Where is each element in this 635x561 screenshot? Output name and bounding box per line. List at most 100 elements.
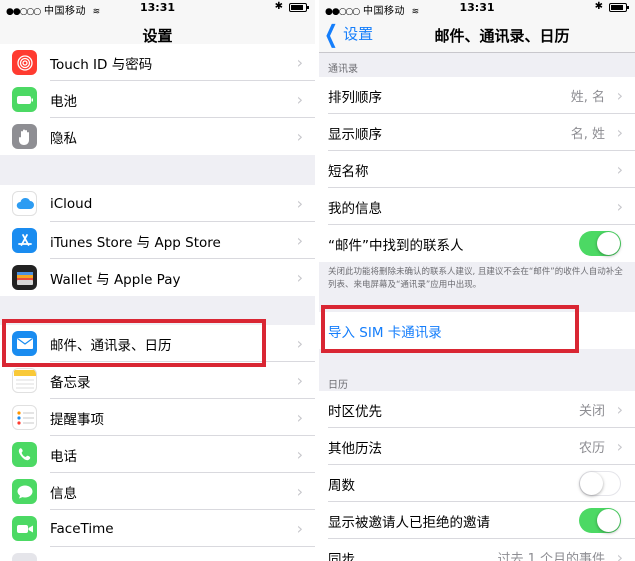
- bluetooth-icon: ✱: [594, 1, 603, 12]
- settings-item-messages[interactable]: 信息 ›: [0, 473, 315, 510]
- settings-item-phone[interactable]: 电话 ›: [0, 436, 315, 473]
- week-numbers-toggle[interactable]: [579, 471, 621, 496]
- settings-item-itunes-app-store[interactable]: iTunes Store 与 App Store ›: [0, 222, 315, 259]
- row-label: 短名称: [328, 163, 369, 180]
- row-label: 周数: [328, 477, 355, 494]
- bluetooth-icon: ✱: [274, 1, 283, 12]
- facetime-icon: [12, 516, 37, 541]
- page-title: 设置: [142, 27, 173, 45]
- settings-item-label: 邮件、通讯录、日历: [50, 337, 172, 354]
- row-value: 名, 姓: [570, 127, 605, 142]
- chevron-right-icon: ›: [616, 123, 623, 142]
- settings-item-label: Wallet 与 Apple Pay: [50, 271, 181, 288]
- status-time: 13:31: [459, 1, 495, 14]
- chevron-right-icon: ›: [616, 160, 623, 179]
- settings-item-label: 隐私: [50, 130, 77, 147]
- battery-status-icon: [609, 3, 629, 12]
- import-sim-contacts-button[interactable]: 导入 SIM 卡通讯录: [328, 321, 442, 341]
- battery-icon: [12, 87, 37, 112]
- chevron-right-icon: ›: [296, 90, 303, 109]
- settings-item-label: Touch ID 与密码: [50, 56, 153, 73]
- chevron-right-icon: ›: [296, 53, 303, 72]
- settings-item-facetime[interactable]: FaceTime ›: [0, 510, 315, 547]
- chevron-right-icon: ›: [296, 194, 303, 213]
- chevron-right-icon: ›: [296, 371, 303, 390]
- contacts-found-in-mail-row: “邮件”中找到的联系人: [319, 225, 635, 262]
- app-icon: [12, 553, 37, 561]
- short-name-row[interactable]: 短名称 ›: [319, 151, 635, 188]
- settings-item-label: iTunes Store 与 App Store: [50, 234, 221, 251]
- hand-icon: [12, 124, 37, 149]
- row-label: 显示被邀请人已拒绝的邀请: [328, 514, 490, 531]
- chevron-right-icon: ›: [616, 548, 623, 561]
- settings-item-label: 电池: [50, 93, 77, 110]
- chevron-right-icon: ›: [616, 86, 623, 105]
- settings-item-label: iCloud: [50, 195, 93, 212]
- mail-icon: [12, 331, 37, 356]
- import-sim-contacts-row[interactable]: 导入 SIM 卡通讯录: [319, 312, 635, 349]
- phone-icon: [12, 442, 37, 467]
- mail-contacts-calendars-pane: ●●○○○ 中国移动 ≋ 13:31 ✱ ❮ 设置 邮件、通讯录、日历 通讯录 …: [319, 0, 635, 561]
- my-info-row[interactable]: 我的信息 ›: [319, 188, 635, 225]
- fingerprint-icon: [12, 50, 37, 75]
- nav-bar: ❮ 设置 邮件、通讯录、日历: [319, 15, 635, 53]
- row-value: 过去 1 个月的事件: [497, 552, 605, 561]
- chevron-right-icon: ›: [616, 197, 623, 216]
- row-label: 同步: [328, 551, 355, 561]
- alternate-calendars-row[interactable]: 其他历法 农历 ›: [319, 428, 635, 465]
- settings-pane: ●●○○○ 中国移动 ≋ 13:31 ✱ 设置 Touch ID 与密码 › 电…: [0, 0, 315, 561]
- row-label: 显示顺序: [328, 126, 382, 143]
- show-invitee-declines-row: 显示被邀请人已拒绝的邀请: [319, 502, 635, 539]
- row-value: 农历: [578, 441, 605, 456]
- status-bar: ●●○○○ 中国移动 ≋ 13:31 ✱: [319, 0, 635, 17]
- chevron-right-icon: ›: [296, 408, 303, 427]
- settings-item-label: 电话: [50, 448, 77, 465]
- cloud-icon: [12, 191, 37, 216]
- settings-item-partial: [0, 547, 315, 561]
- row-label: 我的信息: [328, 200, 382, 217]
- settings-item-icloud[interactable]: iCloud ›: [0, 185, 315, 222]
- settings-item-wallet[interactable]: Wallet 与 Apple Pay ›: [0, 259, 315, 296]
- settings-item-mail-contacts-calendars[interactable]: 邮件、通讯录、日历 ›: [0, 325, 315, 362]
- battery-status-icon: [289, 3, 309, 12]
- chevron-right-icon: ›: [296, 519, 303, 538]
- row-label: 排列顺序: [328, 89, 382, 106]
- chevron-right-icon: ›: [616, 400, 623, 419]
- chevron-right-icon: ›: [296, 482, 303, 501]
- sort-order-row[interactable]: 排列顺序 姓, 名 ›: [319, 77, 635, 114]
- row-label: 其他历法: [328, 440, 382, 457]
- reminders-icon: [12, 405, 37, 430]
- settings-item-label: FaceTime: [50, 520, 114, 537]
- row-value: 姓, 名: [570, 90, 605, 105]
- chevron-right-icon: ›: [296, 334, 303, 353]
- contacts-footnote: 关闭此功能将删除未确认的联系人建议, 且建议不会在“邮件”的收件人自动补全列表、…: [328, 267, 623, 290]
- chevron-right-icon: ›: [296, 127, 303, 146]
- row-label: “邮件”中找到的联系人: [328, 237, 464, 254]
- sync-row[interactable]: 同步 过去 1 个月的事件 ›: [319, 539, 635, 561]
- settings-item-battery[interactable]: 电池 ›: [0, 81, 315, 118]
- row-label: 时区优先: [328, 403, 382, 420]
- settings-item-touch-id[interactable]: Touch ID 与密码 ›: [0, 44, 315, 81]
- page-title: 邮件、通讯录、日历: [434, 27, 570, 45]
- week-numbers-row: 周数: [319, 465, 635, 502]
- settings-item-reminders[interactable]: 提醒事项 ›: [0, 399, 315, 436]
- display-order-row[interactable]: 显示顺序 名, 姓 ›: [319, 114, 635, 151]
- settings-item-label: 信息: [50, 485, 77, 502]
- settings-item-label: 备忘录: [50, 374, 91, 391]
- wallet-icon: [12, 265, 37, 290]
- settings-item-privacy[interactable]: 隐私 ›: [0, 118, 315, 155]
- row-value: 关闭: [578, 404, 605, 419]
- status-time: 13:31: [139, 1, 175, 14]
- settings-item-notes[interactable]: 备忘录 ›: [0, 362, 315, 399]
- status-bar: ●●○○○ 中国移动 ≋ 13:31 ✱: [0, 0, 315, 17]
- section-header-calendar: 日历: [328, 380, 348, 391]
- show-invitee-declines-toggle[interactable]: [579, 508, 621, 533]
- chevron-right-icon: ›: [616, 437, 623, 456]
- back-button[interactable]: ❮ 设置: [321, 19, 373, 48]
- contacts-found-in-mail-toggle[interactable]: [579, 231, 621, 256]
- section-header-contacts: 通讯录: [328, 64, 358, 75]
- chevron-right-icon: ›: [296, 268, 303, 287]
- chevron-right-icon: ›: [296, 445, 303, 464]
- chevron-left-icon: ❮: [324, 19, 339, 48]
- time-zone-override-row[interactable]: 时区优先 关闭 ›: [319, 391, 635, 428]
